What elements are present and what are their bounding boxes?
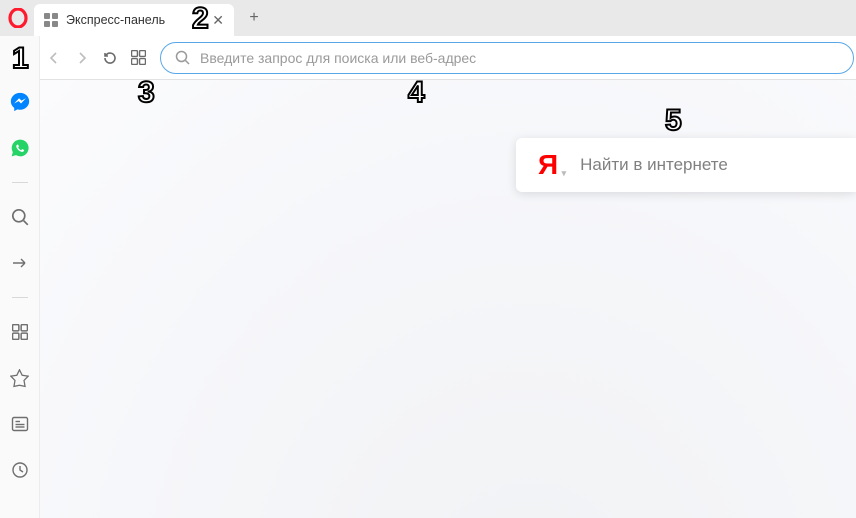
speed-dial-search-placeholder: Найти в интернете	[580, 155, 728, 175]
yandex-logo: Я ▾	[538, 149, 558, 181]
reload-button[interactable]	[96, 44, 124, 72]
forward-button[interactable]	[68, 44, 96, 72]
tab-strip: Экспресс-панель ✕ +	[0, 0, 856, 36]
speed-dial-search-box[interactable]: Я ▾ Найти в интернете	[516, 138, 856, 192]
messenger-icon[interactable]	[8, 90, 32, 114]
bookmarks-icon[interactable]	[8, 366, 32, 390]
whatsapp-icon[interactable]	[8, 136, 32, 160]
search-icon	[175, 50, 190, 65]
address-input[interactable]	[200, 50, 839, 66]
sidebar-divider	[12, 182, 28, 183]
history-icon[interactable]	[8, 458, 32, 482]
address-bar[interactable]	[160, 42, 854, 74]
chevron-down-icon[interactable]: ▾	[562, 168, 567, 179]
yandex-glyph: Я	[538, 149, 558, 180]
tab-speed-dial[interactable]: Экспресс-панель ✕	[34, 4, 234, 36]
sidebar-search-icon[interactable]	[8, 205, 32, 229]
speed-dial-content: Я ▾ Найти в интернете	[40, 80, 856, 518]
opera-menu-button[interactable]	[6, 6, 30, 30]
close-tab-button[interactable]: ✕	[192, 12, 224, 29]
new-tab-button[interactable]: +	[240, 4, 268, 32]
sidebar-speeddial-icon[interactable]	[8, 320, 32, 344]
back-button[interactable]	[40, 44, 68, 72]
flow-icon[interactable]	[8, 251, 32, 275]
sidebar	[0, 36, 40, 518]
sidebar-divider	[12, 297, 28, 298]
tab-title: Экспресс-панель	[66, 13, 165, 27]
toolbar	[0, 36, 856, 80]
speed-dial-icon	[44, 13, 58, 27]
speed-dial-button[interactable]	[124, 44, 152, 72]
personal-news-icon[interactable]	[8, 412, 32, 436]
